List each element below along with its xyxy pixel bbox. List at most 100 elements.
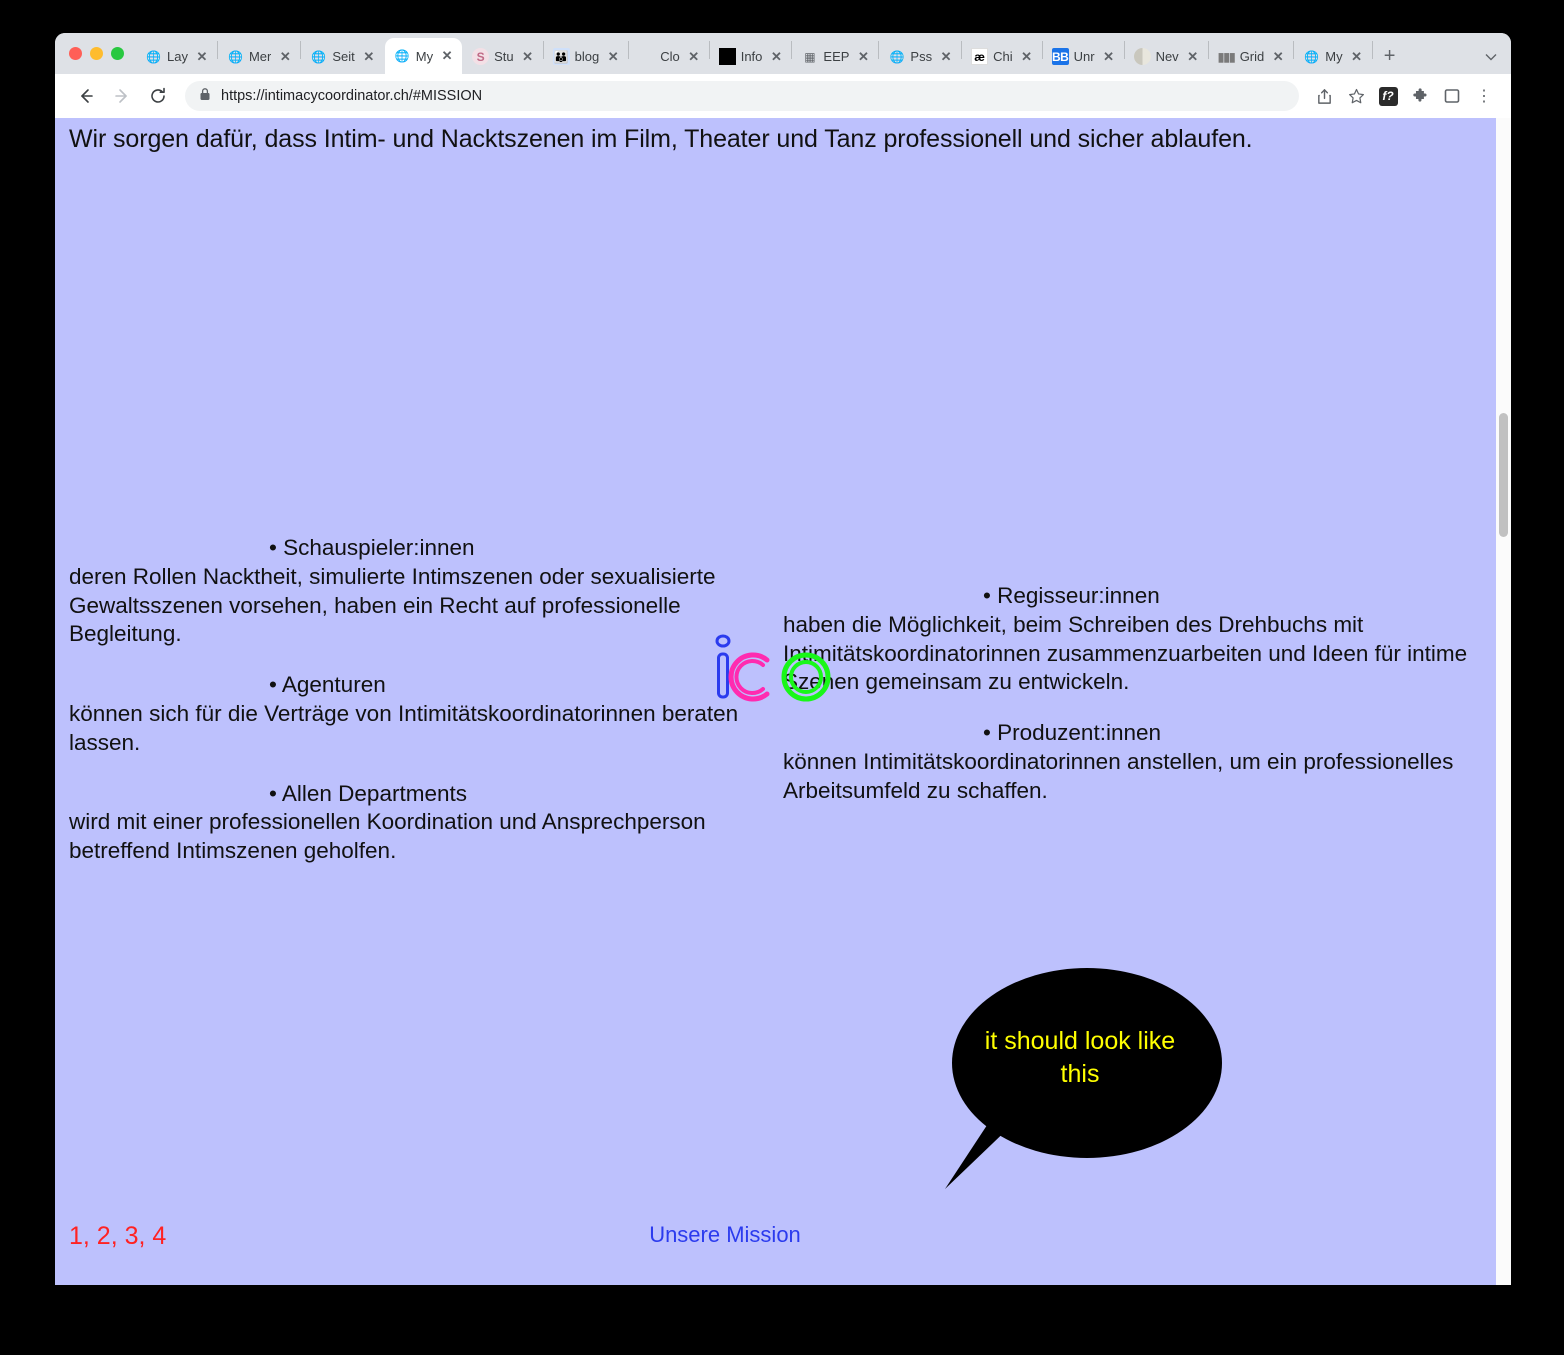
bullet-body: haben die Möglichkeit, beim Schreiben de… — [783, 611, 1483, 697]
tab-list-chevron-down-icon[interactable] — [1471, 39, 1511, 74]
browser-tab[interactable]: ▮▮▮ Grid ✕ — [1209, 39, 1294, 74]
close-tab-button[interactable]: ✕ — [1348, 48, 1366, 66]
side-panel-icon[interactable] — [1437, 81, 1467, 111]
spacer — [783, 697, 1483, 719]
close-tab-button[interactable]: ✕ — [193, 48, 211, 66]
bullet-body: wird mit einer professionellen Koordinat… — [69, 808, 769, 866]
browser-toolbar: https://intimacycoordinator.ch/#MISSION … — [55, 74, 1511, 118]
globe-icon: 🌐 — [394, 48, 411, 65]
bullet-heading: • Schauspieler:innen — [269, 534, 769, 563]
bb-blue-icon: BB — [1052, 48, 1069, 65]
right-column: • Regisseur:innen haben die Möglichkeit,… — [783, 582, 1483, 806]
tab-title: Chi — [993, 49, 1013, 64]
tab-title: My — [1325, 49, 1342, 64]
extension-fn-label: f? — [1379, 87, 1398, 106]
tab-title: Seit — [332, 49, 354, 64]
browser-tab-active[interactable]: 🌐 My ✕ — [385, 38, 462, 74]
browser-tab[interactable]: ▦ EEP ✕ — [792, 39, 878, 74]
tab-title: Mer — [249, 49, 271, 64]
tab-title: Clo — [660, 49, 680, 64]
share-button[interactable] — [1309, 81, 1339, 111]
people-photo-icon: 👪 — [553, 48, 570, 65]
vertical-scrollbar-track[interactable] — [1496, 118, 1511, 1285]
close-tab-button[interactable]: ✕ — [276, 48, 294, 66]
close-tab-button[interactable]: ✕ — [1184, 48, 1202, 66]
globe-icon: 🌐 — [227, 48, 244, 65]
close-window-button[interactable] — [69, 47, 82, 60]
close-tab-button[interactable]: ✕ — [1269, 48, 1287, 66]
minimize-window-button[interactable] — [90, 47, 103, 60]
tab-title: Unr — [1074, 49, 1095, 64]
browser-tab[interactable]: BB Unr ✕ — [1043, 39, 1124, 74]
back-button[interactable] — [69, 79, 103, 113]
browser-tab[interactable]: Info ✕ — [710, 39, 792, 74]
globe-icon: 🌐 — [310, 48, 327, 65]
globe-icon: 🌐 — [145, 48, 162, 65]
address-bar-url[interactable]: https://intimacycoordinator.ch/#MISSION — [221, 88, 482, 104]
black-square-icon — [719, 48, 736, 65]
page-headline: Wir sorgen dafür, dass Intim- und Nackts… — [69, 124, 1449, 155]
browser-tab[interactable]: 🌐 Pss ✕ — [879, 39, 961, 74]
ae-ligature-icon: æ — [971, 48, 988, 65]
window-controls — [63, 33, 136, 74]
forward-button[interactable] — [105, 79, 139, 113]
close-tab-button[interactable]: ✕ — [767, 48, 785, 66]
close-tab-button[interactable]: ✕ — [685, 48, 703, 66]
bullet-heading: • Regisseur:innen — [983, 582, 1483, 611]
close-tab-button[interactable]: ✕ — [1100, 48, 1118, 66]
close-tab-button[interactable]: ✕ — [854, 48, 872, 66]
close-tab-button[interactable]: ✕ — [1018, 48, 1036, 66]
tab-title: Pss — [910, 49, 932, 64]
browser-tab[interactable]: æ Chi ✕ — [962, 39, 1042, 74]
spacer — [69, 758, 769, 780]
address-bar[interactable]: https://intimacycoordinator.ch/#MISSION — [185, 81, 1299, 111]
browser-menu-button[interactable]: ⋮ — [1469, 81, 1499, 111]
maximize-window-button[interactable] — [111, 47, 124, 60]
browser-tab[interactable]: 🌐 Seit ✕ — [301, 39, 383, 74]
bullet-body: deren Rollen Nacktheit, simulierte Intim… — [69, 563, 769, 649]
browser-tab[interactable]: S Stu ✕ — [463, 39, 543, 74]
lock-icon — [199, 87, 211, 106]
tab-title: Nev — [1156, 49, 1179, 64]
close-tab-button[interactable]: ✕ — [604, 48, 622, 66]
table-grid-icon: ▦ — [801, 48, 818, 65]
tab-title: Stu — [494, 49, 514, 64]
unsere-mission-link[interactable]: Unsere Mission — [55, 1222, 1511, 1248]
close-tab-button[interactable]: ✕ — [438, 47, 456, 65]
bookmark-star-icon[interactable] — [1341, 81, 1371, 111]
page-viewport: Wir sorgen dafür, dass Intim- und Nackts… — [55, 118, 1511, 1285]
spacer — [69, 649, 769, 671]
no-icon — [638, 48, 655, 65]
extension-fn-icon[interactable]: f? — [1373, 81, 1403, 111]
tab-title: Lay — [167, 49, 188, 64]
tab-strip: 🌐 Lay ✕ 🌐 Mer ✕ 🌐 Seit ✕ 🌐 My ✕ S Stu ✕ — [55, 33, 1511, 74]
globe-icon: 🌐 — [1303, 48, 1320, 65]
browser-tab[interactable]: 🌐 Mer ✕ — [218, 39, 300, 74]
tab-title: blog — [575, 49, 600, 64]
close-tab-button[interactable]: ✕ — [360, 48, 378, 66]
browser-tab[interactable]: 🌐 Lay ✕ — [136, 39, 217, 74]
tab-title: Grid — [1240, 49, 1265, 64]
s-letter-icon: S — [472, 48, 489, 65]
globe-icon: 🌐 — [888, 48, 905, 65]
browser-tab[interactable]: 🌐 My ✕ — [1294, 39, 1371, 74]
new-tab-button[interactable]: + — [1373, 39, 1407, 74]
page-surface: Wir sorgen dafür, dass Intim- und Nackts… — [55, 118, 1511, 1285]
browser-window: 🌐 Lay ✕ 🌐 Mer ✕ 🌐 Seit ✕ 🌐 My ✕ S Stu ✕ — [55, 33, 1511, 1285]
browser-tab[interactable]: Clo ✕ — [629, 39, 709, 74]
bars-icon: ▮▮▮ — [1218, 48, 1235, 65]
left-column: • Schauspieler:innen deren Rollen Nackth… — [69, 534, 769, 866]
tab-title: EEP — [823, 49, 849, 64]
vertical-scrollbar-thumb[interactable] — [1499, 413, 1508, 537]
close-tab-button[interactable]: ✕ — [937, 48, 955, 66]
speech-bubble-text: it should look like this — [967, 1025, 1193, 1090]
reload-button[interactable] — [141, 79, 175, 113]
bullet-body: können sich für die Verträge von Intimit… — [69, 700, 769, 758]
bullet-heading: • Allen Departments — [269, 780, 769, 809]
bullet-body: können Intimitätskoordinatorinnen anstel… — [783, 748, 1483, 806]
browser-tab[interactable]: 👪 blog ✕ — [544, 39, 629, 74]
browser-tab[interactable]: Nev ✕ — [1125, 39, 1208, 74]
extensions-puzzle-icon[interactable] — [1405, 81, 1435, 111]
menu-dots-label: ⋮ — [1476, 86, 1492, 106]
close-tab-button[interactable]: ✕ — [519, 48, 537, 66]
